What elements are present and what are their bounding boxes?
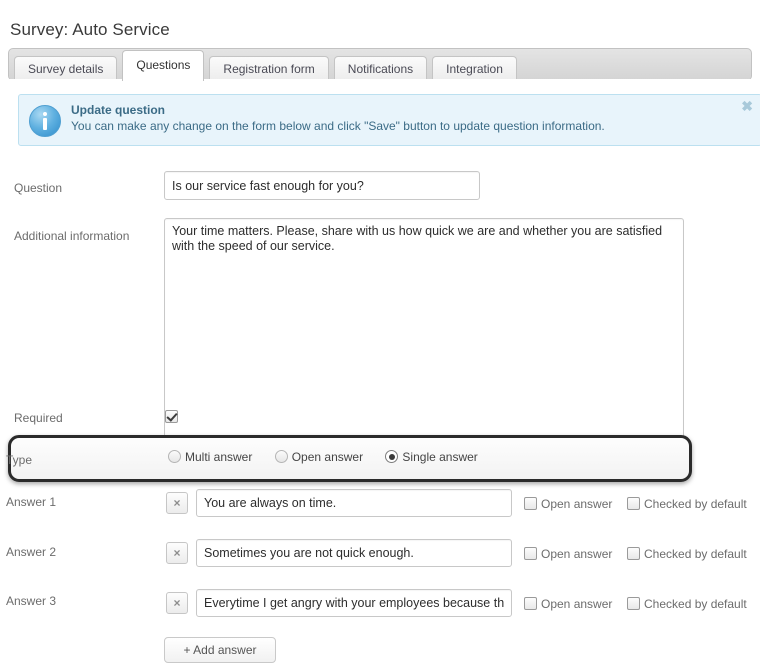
answer-2-checked-by-default-box[interactable] — [627, 547, 640, 561]
update-question-alert: Update question You can make any change … — [18, 94, 760, 147]
tab-integration[interactable]: Integration — [432, 56, 517, 82]
radio-single-answer[interactable]: Single answer — [381, 450, 478, 465]
tab-notifications[interactable]: Notifications — [333, 56, 428, 82]
page-title: Survey: Auto Service — [10, 20, 170, 40]
tab-questions[interactable]: Questions — [122, 50, 205, 82]
answer-2-label: Answer 2 — [6, 545, 57, 560]
required-checkbox[interactable] — [165, 410, 178, 424]
radio-open-answer-label: Open answer — [291, 450, 364, 465]
radio-open-answer-input[interactable] — [274, 450, 288, 464]
answer-1-open-answer-checkbox[interactable]: Open answer — [520, 497, 612, 511]
answer-3-checked-by-default-label: Checked by default — [644, 597, 747, 612]
answer-2-open-answer-box[interactable] — [524, 547, 537, 561]
answer-3-open-answer-label: Open answer — [541, 597, 613, 612]
question-input[interactable] — [164, 171, 480, 201]
required-label: Required — [14, 411, 63, 426]
answer-1-checked-by-default-label: Checked by default — [644, 497, 747, 512]
answer-2-input[interactable] — [196, 539, 512, 568]
close-icon[interactable]: ✖ — [741, 99, 753, 113]
answer-1-open-answer-label: Open answer — [541, 497, 613, 512]
answer-3-open-answer-checkbox[interactable]: Open answer — [520, 597, 612, 611]
answer-3-open-answer-box[interactable] — [524, 597, 537, 611]
answer-3-label: Answer 3 — [6, 594, 57, 609]
info-icon — [29, 105, 61, 138]
additional-information-label: Additional information — [14, 229, 130, 244]
answer-2-open-answer-label: Open answer — [541, 547, 613, 562]
type-radio-group: Multi answer Open answer Single answer — [164, 450, 493, 464]
tab-bar: Survey details Questions Registration fo… — [8, 48, 752, 82]
radio-single-answer-label: Single answer — [402, 450, 478, 465]
radio-single-answer-input[interactable] — [385, 450, 399, 464]
question-label: Question — [14, 181, 63, 196]
radio-multi-answer-label: Multi answer — [185, 450, 253, 465]
radio-open-answer[interactable]: Open answer — [271, 450, 363, 464]
answer-3-checked-by-default-checkbox[interactable]: Checked by default — [623, 597, 747, 611]
tab-registration-form[interactable]: Registration form — [209, 56, 329, 82]
answer-3-input[interactable] — [196, 589, 512, 618]
additional-information-textarea[interactable]: Your time matters. Please, share with us… — [164, 218, 684, 452]
add-answer-button[interactable]: + Add answer — [164, 637, 276, 663]
tab-list: Survey details Questions Registration fo… — [9, 49, 517, 82]
radio-multi-answer[interactable]: Multi answer — [164, 450, 252, 464]
tab-survey-details[interactable]: Survey details — [14, 56, 118, 82]
answer-1-input[interactable] — [196, 489, 512, 518]
answer-3-checked-by-default-box[interactable] — [627, 597, 640, 611]
radio-multi-answer-input[interactable] — [168, 450, 181, 464]
answer-1-delete-icon[interactable]: × — [166, 492, 188, 515]
alert-message: You can make any change on the form belo… — [71, 119, 605, 134]
answer-1-open-answer-box[interactable] — [524, 497, 537, 511]
answer-3-delete-icon[interactable]: × — [166, 592, 188, 615]
alert-title: Update question — [71, 103, 166, 118]
answer-2-checked-by-default-label: Checked by default — [644, 547, 747, 562]
answer-1-checked-by-default-box[interactable] — [627, 497, 640, 511]
answer-2-open-answer-checkbox[interactable]: Open answer — [520, 547, 612, 561]
answer-1-label: Answer 1 — [6, 495, 57, 510]
answer-2-checked-by-default-checkbox[interactable]: Checked by default — [623, 547, 747, 561]
type-label: Type — [6, 453, 33, 468]
answer-1-checked-by-default-checkbox[interactable]: Checked by default — [623, 497, 747, 511]
answer-2-delete-icon[interactable]: × — [166, 542, 188, 565]
